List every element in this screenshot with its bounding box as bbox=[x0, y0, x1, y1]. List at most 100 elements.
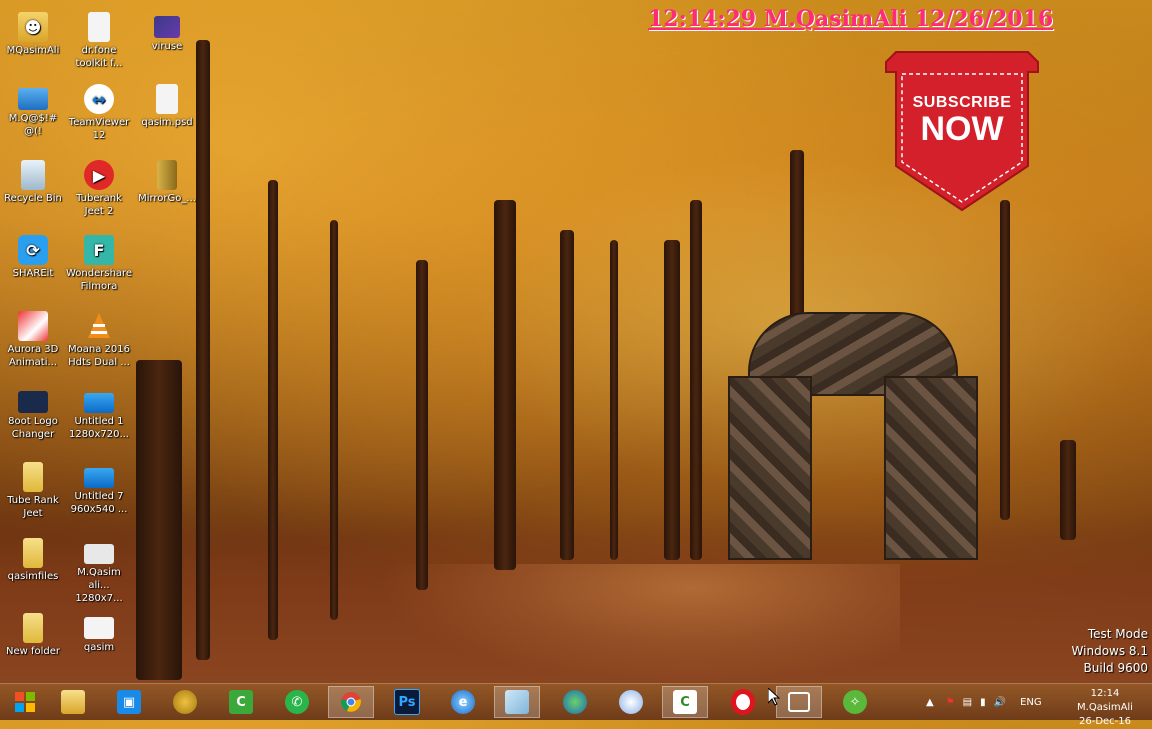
desktop-icon-label: qasimfiles bbox=[7, 571, 59, 582]
desktop-icon-this-pc[interactable]: M.Q@$!# @(! bbox=[0, 84, 66, 138]
image-file-icon bbox=[84, 393, 114, 413]
desktop-icon-qasim-psd[interactable]: qasim.psd bbox=[134, 84, 200, 129]
tree-trunk bbox=[136, 360, 182, 680]
taskbar-opera[interactable] bbox=[720, 686, 766, 718]
desktop-icon-tube-rank-jeet[interactable]: Tube Rank Jeet bbox=[0, 462, 66, 520]
file-icon bbox=[88, 12, 110, 42]
fence-post bbox=[1060, 440, 1076, 540]
desktop-icon-label: Untitled 7 960x540 ... bbox=[70, 491, 128, 515]
desktop-icon-label: Tuberank Jeet 2 bbox=[76, 193, 122, 217]
capture-icon: ▣ bbox=[117, 690, 141, 714]
taskbar-file-explorer[interactable] bbox=[50, 686, 96, 718]
desktop-icon-untitled-7[interactable]: Untitled 7 960x540 ... bbox=[66, 462, 132, 516]
taskbar-camtasia-recorder[interactable]: C bbox=[218, 686, 264, 718]
desktop-icon-qasim[interactable]: qasim bbox=[66, 613, 132, 654]
file-explorer-icon bbox=[61, 690, 85, 714]
desktop-icon-label: New folder bbox=[5, 646, 61, 657]
desktop-icon-boot-logo-changer[interactable]: 8oot Logo Changer bbox=[0, 387, 66, 441]
tree-trunk bbox=[664, 240, 680, 560]
desktop-icon-label: 8oot Logo Changer bbox=[8, 416, 58, 440]
desktop-icon-drfone[interactable]: dr.fone toolkit f... bbox=[66, 12, 132, 70]
file-icon bbox=[156, 84, 178, 114]
test-mode-watermark: Test Mode Windows 8.1 Build 9600 bbox=[1072, 626, 1148, 677]
desktop-icon-tuberank-jeet-2[interactable]: ▶ Tuberank Jeet 2 bbox=[66, 160, 132, 218]
start-button[interactable] bbox=[2, 686, 48, 718]
video-file-icon bbox=[154, 16, 180, 38]
media-icon bbox=[619, 690, 643, 714]
taskbar-feather[interactable]: ✧ bbox=[832, 686, 878, 718]
desktop-icon-qasimfiles[interactable]: qasimfiles bbox=[0, 538, 66, 583]
banner-line2: NOW bbox=[920, 110, 1004, 148]
taskbar-internet-explorer[interactable]: e bbox=[440, 686, 486, 718]
overlay-clock-text: 12:14:29 M.QasimAli 12/26/2016 bbox=[648, 6, 1054, 32]
watermark-line1: Test Mode bbox=[1087, 627, 1148, 641]
tray-expand-icon[interactable]: ▲ bbox=[926, 697, 934, 708]
camtasia-studio-icon: C bbox=[673, 690, 697, 714]
windows-start-icon bbox=[13, 690, 37, 714]
security-icon[interactable]: ⚑ bbox=[946, 697, 955, 708]
tree-trunk bbox=[610, 240, 618, 560]
volume-icon[interactable]: 🔊 bbox=[994, 697, 1006, 708]
desktop-icon-mqasim-ali[interactable]: M.Qasim ali... 1280x7... bbox=[66, 538, 132, 605]
aurora-3d-icon bbox=[18, 311, 48, 341]
desktop-icon-teamviewer[interactable]: ↔ TeamViewer 12 bbox=[66, 84, 132, 142]
desktop-icon-label: MirrorGo_... bbox=[138, 193, 196, 204]
power-icon[interactable]: ▮ bbox=[980, 697, 986, 708]
desktop-icon-recycle-bin[interactable]: Recycle Bin bbox=[0, 160, 66, 205]
mouse-cursor-icon bbox=[767, 686, 781, 710]
desktop-icon-untitled-1[interactable]: Untitled 1 1280x720... bbox=[66, 387, 132, 441]
taskbar-date: 26-Dec-16 bbox=[1078, 716, 1132, 727]
desktop-icon-viruse[interactable]: viruse bbox=[134, 12, 200, 53]
tree-trunk bbox=[330, 220, 338, 620]
text-file-icon bbox=[84, 617, 114, 639]
pineapple-icon bbox=[173, 690, 197, 714]
desktop-icon-aurora-3d[interactable]: Aurora 3D Animati... bbox=[0, 311, 66, 369]
opera-icon bbox=[731, 689, 755, 715]
taskbar-notepad[interactable] bbox=[494, 686, 540, 718]
desktop-icon-shareit[interactable]: ⟳ SHAREit bbox=[0, 235, 66, 280]
tree-trunk bbox=[494, 200, 516, 570]
taskbar-time: 12:14 M.QasimAli bbox=[1077, 688, 1133, 713]
watermark-line3: Build 9600 bbox=[1083, 661, 1148, 675]
desktop-icon-label: Recycle Bin bbox=[4, 193, 62, 204]
taskbar-photoshop[interactable]: Ps bbox=[384, 686, 430, 718]
desktop-icon-label: dr.fone toolkit f... bbox=[75, 45, 123, 69]
folder-icon bbox=[23, 538, 43, 568]
taskbar-pineapple[interactable] bbox=[162, 686, 208, 718]
filmora-icon: F bbox=[84, 235, 114, 265]
desktop-icon-new-folder[interactable]: New folder bbox=[0, 613, 66, 658]
language-indicator[interactable]: ENG bbox=[1020, 697, 1042, 708]
subscribe-now-banner: SUBSCRIBE NOW bbox=[882, 48, 1042, 214]
desktop-icon-mirrorgo[interactable]: MirrorGo_... bbox=[134, 160, 200, 205]
image-file-icon bbox=[84, 468, 114, 488]
feather-icon: ✧ bbox=[843, 690, 867, 714]
desktop-icon-label: Moana 2016 Hdts Dual ... bbox=[68, 344, 130, 368]
globe-icon bbox=[563, 690, 587, 714]
taskbar-window-app[interactable] bbox=[776, 686, 822, 718]
desktop-icon-mqasimali[interactable]: ☻ MQasimAli bbox=[0, 12, 66, 57]
desktop-icon-moana[interactable]: Moana 2016 Hdts Dual ... bbox=[66, 311, 132, 369]
taskbar-globe[interactable] bbox=[552, 686, 598, 718]
camtasia-icon: C bbox=[229, 690, 253, 714]
taskbar-capture[interactable]: ▣ bbox=[106, 686, 152, 718]
desktop-icon-label: M.Q@$!# @(! bbox=[8, 113, 58, 137]
desktop-icon-label: M.Qasim ali... 1280x7... bbox=[75, 567, 123, 604]
desktop-icon-filmora[interactable]: F Wondershare Filmora bbox=[66, 235, 132, 293]
desktop-icon-label: SHAREit bbox=[12, 268, 54, 279]
system-tray: ▲ ⚑ ▤ ▮ 🔊 ENG bbox=[926, 684, 1042, 720]
image-file-icon bbox=[84, 544, 114, 564]
network-icon[interactable]: ▤ bbox=[963, 697, 972, 708]
taskbar-media[interactable] bbox=[608, 686, 654, 718]
tree-trunk bbox=[690, 200, 702, 560]
taskbar-whatsapp[interactable]: ✆ bbox=[274, 686, 320, 718]
desktop-icon-label: MQasimAli bbox=[6, 45, 60, 56]
stone-arch bbox=[728, 312, 978, 560]
taskbar-clock[interactable]: 12:14 M.QasimAli 26-Dec-16 bbox=[1064, 687, 1146, 729]
boot-logo-icon bbox=[18, 391, 48, 413]
desktop-icon-label: Tube Rank Jeet bbox=[7, 495, 59, 519]
user-folder-icon: ☻ bbox=[18, 12, 48, 42]
recycle-bin-icon bbox=[21, 160, 45, 190]
taskbar-camtasia-studio[interactable]: C bbox=[662, 686, 708, 718]
photoshop-icon: Ps bbox=[394, 689, 420, 715]
taskbar-chrome[interactable] bbox=[328, 686, 374, 718]
